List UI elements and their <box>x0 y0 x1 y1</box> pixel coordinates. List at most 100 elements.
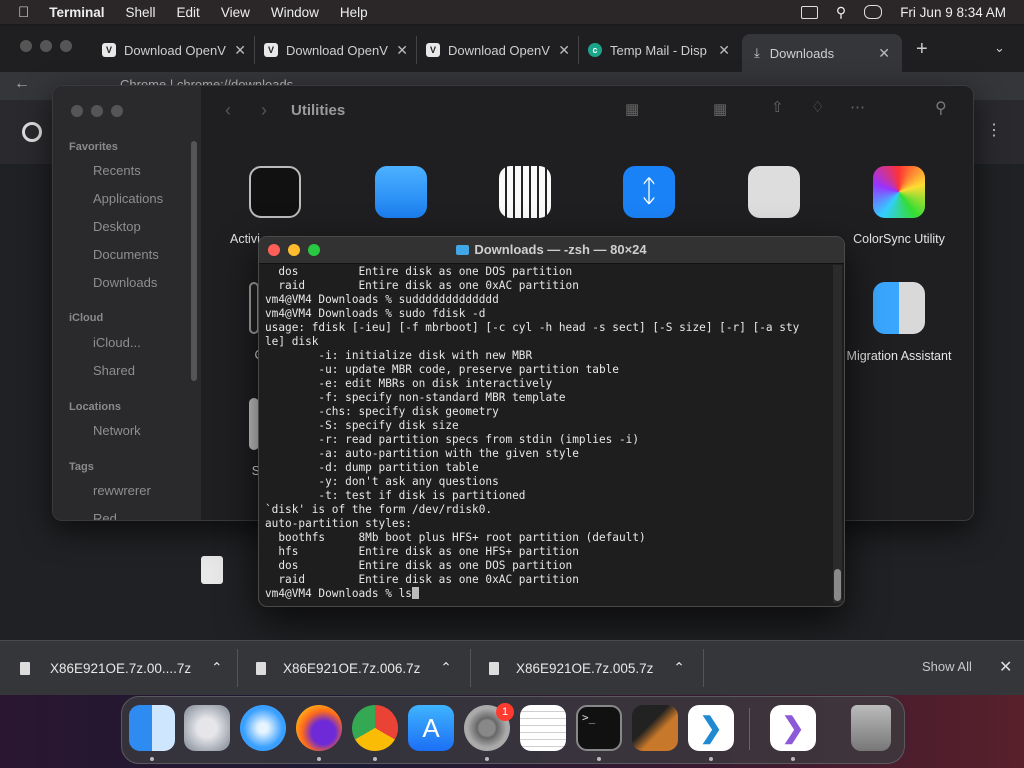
trash-icon[interactable] <box>851 705 891 751</box>
terminal-scrollbar-track[interactable] <box>833 265 842 603</box>
tab-close-icon[interactable]: ✕ <box>234 42 246 59</box>
sidebar-item-icloud-drive[interactable]: iCloud... <box>93 335 141 350</box>
menu-shell[interactable]: Shell <box>126 5 156 20</box>
tab-downloads[interactable]: ⤓ Downloads ✕ <box>742 34 902 72</box>
running-indicator <box>485 757 489 761</box>
show-all-button[interactable]: Show All <box>922 659 972 674</box>
activity-monitor-icon[interactable] <box>249 166 301 218</box>
finder-title: Utilities <box>291 102 346 119</box>
chevron-up-icon[interactable]: ⌃ <box>673 660 684 676</box>
download-arrow-icon: ⤓ <box>754 45 760 60</box>
chrome-minimize-button[interactable] <box>40 40 52 52</box>
tab-temp-mail[interactable]: c Temp Mail - Disp ✕ <box>588 36 738 64</box>
sidebar-item-network[interactable]: Network <box>93 423 141 438</box>
sidebar-item-applications[interactable]: Applications <box>93 191 163 206</box>
textedit-icon[interactable] <box>520 705 566 751</box>
terminal-scrollbar-thumb[interactable] <box>834 569 841 601</box>
vscode-icon[interactable]: ❯ <box>688 705 734 751</box>
sidebar-item-downloads[interactable]: Downloads <box>93 275 157 290</box>
shelf-divider <box>237 649 238 687</box>
app-menu-terminal[interactable]: Terminal <box>49 5 104 20</box>
safari-icon[interactable] <box>240 705 286 751</box>
tab-download-openv-2[interactable]: V Download OpenV ✕ <box>264 36 417 64</box>
sidebar-item-documents[interactable]: Documents <box>93 247 159 262</box>
chrome-icon[interactable] <box>352 705 398 751</box>
back-arrow-icon[interactable]: ← <box>14 75 30 93</box>
migration-assistant-icon[interactable] <box>873 282 925 334</box>
sidebar-item-desktop[interactable]: Desktop <box>93 219 141 234</box>
audio-midi-setup-icon[interactable] <box>499 166 551 218</box>
screen-mirroring-icon[interactable] <box>800 5 818 19</box>
view-grid-icon[interactable]: ▦ <box>625 100 639 118</box>
download-item-3[interactable]: X86E921OE.7z.005.7z ⌃ <box>489 641 685 695</box>
tab-search-chevron-icon[interactable]: ⌄ <box>994 40 1005 56</box>
tab-favicon-icon: V <box>264 43 278 57</box>
terminal-line: -e: edit MBRs on disk interactively <box>265 377 553 390</box>
terminal-line: -chs: specify disk geometry <box>265 405 499 418</box>
tab-download-openv-3[interactable]: V Download OpenV ✕ <box>426 36 579 64</box>
menu-edit[interactable]: Edit <box>177 5 200 20</box>
file-icon <box>256 661 266 675</box>
sidebar-scrollbar[interactable] <box>191 141 197 381</box>
sidebar-item-recents[interactable]: Recents <box>93 163 141 178</box>
share-icon[interactable]: ⇧ <box>771 98 784 116</box>
tab-close-icon[interactable]: ✕ <box>718 42 730 59</box>
finder-zoom-button[interactable] <box>111 105 123 117</box>
apple-menu-icon[interactable]:  <box>18 4 29 21</box>
finder-forward-icon[interactable]: › <box>261 100 267 121</box>
menu-view[interactable]: View <box>221 5 250 20</box>
terminal-icon[interactable]: >_ <box>576 705 622 751</box>
control-center-icon[interactable] <box>864 5 883 19</box>
terminal-titlebar: Downloads — -zsh — 80×24 <box>259 237 844 264</box>
menubar-clock[interactable]: Fri Jun 9 8:34 AM <box>900 5 1006 20</box>
menu-help[interactable]: Help <box>340 5 368 20</box>
sidebar-item-shared[interactable]: Shared <box>93 363 135 378</box>
tag-icon[interactable]: ♢ <box>811 98 824 116</box>
terminal-line: -u: update MBR code, preserve partition … <box>265 363 619 376</box>
download-item-1[interactable]: X86E921OE.7z.00....7z ⌃ <box>20 641 222 695</box>
app-store-icon[interactable]: A <box>408 705 454 751</box>
terminal-line: -i: initialize disk with new MBR <box>265 349 533 362</box>
garageband-icon[interactable] <box>632 705 678 751</box>
finder-back-icon[interactable]: ‹ <box>225 100 231 121</box>
chevron-up-icon[interactable]: ⌃ <box>211 660 222 676</box>
chevron-up-icon[interactable]: ⌃ <box>440 660 451 676</box>
group-icon[interactable]: ▦ <box>713 100 727 118</box>
new-tab-plus-icon[interactable]: + <box>916 38 928 61</box>
firefox-icon[interactable] <box>296 705 342 751</box>
file-placeholder-icon <box>201 556 223 584</box>
bluetooth-file-exchange-icon[interactable]: ᛨ <box>623 166 675 218</box>
more-menu-icon[interactable]: ⋮ <box>986 120 1002 140</box>
tab-close-icon[interactable]: ✕ <box>878 45 890 62</box>
menu-window[interactable]: Window <box>271 5 319 20</box>
tab-download-openv-1[interactable]: V Download OpenV ✕ <box>102 36 255 64</box>
terminal-line: -t: test if disk is partitioned <box>265 489 526 502</box>
boot-camp-assistant-icon[interactable] <box>748 166 800 218</box>
terminal-line: `disk' is of the form /dev/rdisk0. <box>265 503 493 516</box>
sidebar-header-favorites: Favorites <box>69 141 118 153</box>
chrome-close-button[interactable] <box>20 40 32 52</box>
terminal-output[interactable]: dos Entire disk as one DOS partition rai… <box>265 265 831 603</box>
sidebar-item-tag-rewwrerer[interactable]: rewwrerer <box>93 483 151 498</box>
colorsync-utility-icon[interactable] <box>873 166 925 218</box>
shelf-divider <box>470 649 471 687</box>
finder-icon[interactable] <box>129 705 175 751</box>
finder-search-icon[interactable]: ⚲ <box>935 98 947 118</box>
spotlight-search-icon[interactable]: ⚲ <box>836 4 846 21</box>
visual-studio-icon[interactable]: ❯ <box>770 705 816 751</box>
chrome-zoom-button[interactable] <box>60 40 72 52</box>
finder-minimize-button[interactable] <box>91 105 103 117</box>
terminal-prompt-text: vm4@VM4 Downloads % ls <box>265 587 412 600</box>
airport-utility-icon[interactable] <box>375 166 427 218</box>
close-shelf-icon[interactable]: ✕ <box>999 657 1012 677</box>
terminal-line: -S: specify disk size <box>265 419 459 432</box>
finder-close-button[interactable] <box>71 105 83 117</box>
sidebar-header-icloud: iCloud <box>69 312 104 324</box>
more-actions-icon[interactable]: ⋯ <box>850 98 865 116</box>
launchpad-icon[interactable] <box>184 705 230 751</box>
download-shelf: X86E921OE.7z.00....7z ⌃ X86E921OE.7z.006… <box>0 640 1024 695</box>
tab-close-icon[interactable]: ✕ <box>558 42 570 59</box>
download-item-2[interactable]: X86E921OE.7z.006.7z ⌃ <box>256 641 452 695</box>
sidebar-item-tag-red[interactable]: Red <box>93 511 117 520</box>
tab-close-icon[interactable]: ✕ <box>396 42 408 59</box>
